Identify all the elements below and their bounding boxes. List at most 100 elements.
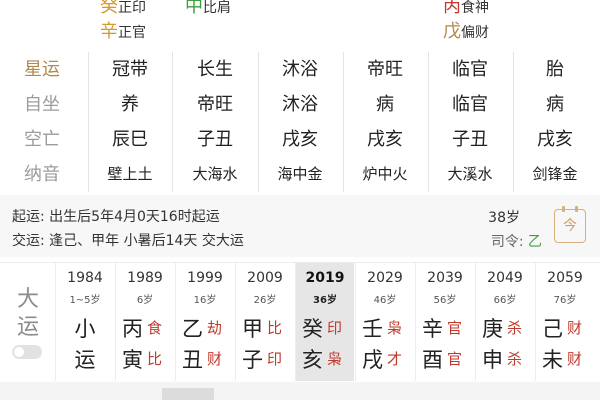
grid-cell: 养 — [121, 94, 139, 115]
toggle-knob — [14, 347, 24, 357]
bottom-tab-active[interactable] — [162, 388, 214, 400]
grid-cell: 戌亥 — [282, 129, 318, 150]
jiaoyun-text: 交运: 逢己、甲年 小暑后14天 交大运 — [12, 233, 244, 249]
current-age: 38岁 — [488, 210, 520, 226]
dayun-year: 2009 — [247, 270, 283, 286]
qiyun-text: 起运: 出生后5年4月0天16时起运 — [12, 209, 220, 225]
dayun-gan-shishen: 食 — [147, 319, 163, 337]
grid-cell: 辰巳 — [112, 129, 148, 150]
dayun-gan: 庚 — [482, 317, 503, 341]
grid-cell: 壁上土 — [107, 165, 153, 183]
dayun-zhi: 戌 — [362, 348, 383, 372]
top-god-gui-char: 癸 — [100, 0, 118, 17]
dayun-gan-shishen: 杀 — [507, 319, 523, 337]
dayun-age: 6岁 — [136, 295, 154, 306]
dayun-age: 1~5岁 — [69, 295, 101, 306]
dayun-col-2059[interactable]: 2059 76岁 己 财 未 财 — [535, 263, 594, 381]
dayun-gan: 辛 — [422, 317, 443, 341]
dayun-zhi-shishen: 才 — [387, 350, 403, 368]
dayun-gan: 乙 — [182, 317, 203, 341]
top-god-bing: 丙食神 — [443, 0, 489, 18]
top-god-xin-name: 正官 — [118, 25, 146, 41]
dayun-age: 26岁 — [253, 295, 277, 306]
grid-cell: 剑锋金 — [532, 165, 578, 183]
dayun-gan-shishen: 印 — [327, 319, 343, 337]
row-label-kongwang: 空亡 — [24, 129, 60, 150]
dayun-zhi-shishen: 官 — [447, 350, 463, 368]
dayun-zhi-shishen: 财 — [207, 350, 223, 368]
grid-cell: 冠带 — [112, 59, 148, 80]
top-god-wu-char: 戊 — [443, 21, 461, 42]
row-label-nayin: 纳音 — [24, 164, 60, 185]
top-god-wu-name: 偏财 — [461, 25, 489, 41]
dayun-gan-shishen: 枭 — [387, 319, 403, 337]
grid-cell: 帝旺 — [197, 94, 233, 115]
dayun-label-2: 运 — [16, 315, 39, 340]
top-god-gui: 癸正印 — [100, 0, 146, 18]
siling: 司令: 乙 — [491, 231, 542, 251]
dayun-col-1989[interactable]: 1989 6岁 丙 食 寅 比 — [115, 263, 174, 381]
dayun-age: 66岁 — [493, 295, 517, 306]
dayun-year: 1984 — [67, 270, 103, 286]
row-zizuo: 自坐 养 帝旺 沐浴 病 临官 病 — [0, 87, 600, 122]
dayun-year: 2029 — [367, 270, 403, 286]
grid-cell: 病 — [376, 94, 394, 115]
top-god-xin-char: 辛 — [100, 21, 118, 42]
dayun-gan-shishen: 财 — [567, 319, 583, 337]
grid-cell: 戌亥 — [537, 129, 573, 150]
top-god-mid-name: 比肩 — [203, 0, 231, 16]
xiaoyun-char-2: 运 — [74, 348, 96, 372]
dayun-zhi-shishen: 比 — [147, 350, 163, 368]
dayun-zhi-shishen: 枭 — [327, 350, 343, 368]
grid-cell: 大溪水 — [447, 165, 493, 183]
grid-cell: 海中金 — [277, 165, 323, 183]
dayun-label: 大 运 — [0, 263, 55, 381]
dayun-gan: 壬 — [362, 317, 383, 341]
dayun-year: 2019 — [305, 270, 345, 286]
grid-cell: 病 — [546, 94, 564, 115]
dayun-zhi: 未 — [542, 348, 563, 372]
dayun-zhi: 亥 — [302, 348, 323, 372]
top-god-wu: 戊偏财 — [443, 17, 489, 43]
dayun-age: 36岁 — [313, 295, 337, 306]
dayun-age: 76岁 — [553, 295, 577, 306]
dayun-col-2049[interactable]: 2049 66岁 庚 杀 申 杀 — [475, 263, 534, 381]
dayun-age: 46岁 — [373, 295, 397, 306]
grid-cell: 沐浴 — [282, 94, 318, 115]
pillar-grid: 星运 冠带 长生 沐浴 帝旺 临官 胎 自坐 养 帝旺 沐浴 病 临官 病 空亡… — [0, 52, 600, 192]
dayun-zhi: 子 — [242, 348, 263, 372]
today-calendar-button[interactable]: 今 — [554, 206, 586, 243]
dayun-year: 1999 — [187, 270, 223, 286]
grid-cell: 沐浴 — [282, 59, 318, 80]
dayun-zhi: 酉 — [422, 348, 443, 372]
grid-cell: 长生 — [197, 59, 233, 80]
dayun-age: 56岁 — [433, 295, 457, 306]
grid-cell: 炉中火 — [362, 165, 408, 183]
dayun-gan: 丙 — [122, 317, 143, 341]
top-god-bing-char: 丙 — [443, 0, 461, 17]
dayun-year: 1989 — [127, 270, 163, 286]
dayun-col-2039[interactable]: 2039 56岁 辛 官 酉 官 — [415, 263, 474, 381]
grid-cell: 子丑 — [197, 129, 233, 150]
dayun-col-1999[interactable]: 1999 16岁 乙 劫 丑 财 — [175, 263, 234, 381]
dayun-col-2009[interactable]: 2009 26岁 甲 比 子 印 — [235, 263, 294, 381]
grid-cell: 临官 — [452, 59, 488, 80]
dayun-year: 2049 — [487, 270, 523, 286]
siling-value: 乙 — [528, 234, 542, 250]
dayun-toggle[interactable] — [12, 345, 42, 359]
dayun-zhi: 寅 — [122, 348, 143, 372]
row-xingyun: 星运 冠带 长生 沐浴 帝旺 临官 胎 — [0, 52, 600, 87]
top-god-mid-char: 中 — [185, 0, 203, 17]
dayun-col-2029[interactable]: 2029 46岁 壬 枭 戌 才 — [355, 263, 414, 381]
grid-cell: 帝旺 — [367, 59, 403, 80]
dayun-col-2019[interactable]: 2019 36岁 癸 印 亥 枭 — [295, 263, 354, 381]
xiaoyun-char-1: 小 — [74, 317, 96, 341]
grid-cell: 子丑 — [452, 129, 488, 150]
dayun-zhi: 丑 — [182, 348, 203, 372]
dayun-gan-shishen: 比 — [267, 319, 283, 337]
grid-cell: 临官 — [452, 94, 488, 115]
row-label-zizuo: 自坐 — [24, 94, 60, 115]
dayun-col-1984[interactable]: 1984 1~5岁 小 运 — [55, 263, 114, 381]
top-god-gui-name: 正印 — [118, 0, 146, 16]
dayun-panel: 大 运 1984 1~5岁 小 运 1989 6岁 丙 食 寅 比 1999 1… — [0, 262, 600, 381]
